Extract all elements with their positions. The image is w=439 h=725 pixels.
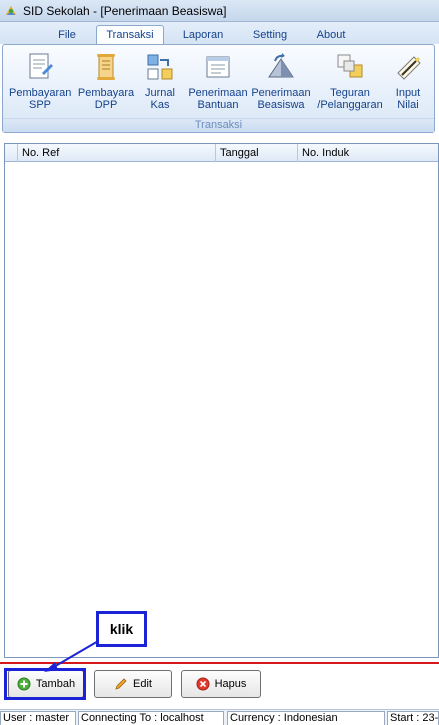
cards-icon	[337, 54, 363, 78]
pembayaran-dpp-label-1: Pembayara	[77, 87, 135, 99]
column-tanggal-label: Tanggal	[220, 147, 259, 159]
tab-setting-label: Setting	[252, 28, 288, 41]
klik-callout: klik	[96, 611, 147, 647]
tab-laporan-label: Laporan	[182, 28, 224, 41]
plus-circle-icon	[17, 677, 31, 691]
pencil-icon	[115, 678, 127, 690]
scroll-icon	[97, 54, 115, 80]
status-currency: Currency : Indonesian	[227, 711, 385, 725]
status-connection: Connecting To : localhost	[78, 711, 224, 725]
teguran-pelanggaran-label-1: Teguran	[330, 87, 370, 99]
tab-about-label: About	[316, 28, 346, 41]
tab-about[interactable]: About	[306, 25, 356, 44]
tab-file[interactable]: File	[46, 25, 88, 44]
triangle-refresh-icon	[268, 53, 294, 78]
column-no-ref-label: No. Ref	[22, 147, 60, 159]
column-no-ref[interactable]: No. Ref	[17, 144, 215, 162]
pembayaran-dpp-button[interactable]: Pembayara DPP	[75, 49, 137, 119]
input-nilai-button[interactable]: Input Nilai	[383, 49, 433, 119]
jurnal-kas-button[interactable]: Jurnal Kas	[131, 49, 189, 119]
column-no-induk[interactable]: No. Induk	[297, 144, 438, 162]
ribbon-panel: Pembayaran SPP Pembayara DPP Jurnal Kas	[2, 44, 435, 133]
status-bar: User : master Connecting To : localhost …	[0, 709, 439, 725]
pencil-note-icon	[397, 56, 421, 80]
title-bar: SID Sekolah - [Penerimaan Beasiswa]	[0, 0, 439, 22]
delete-icon	[196, 677, 210, 691]
tab-file-label: File	[58, 28, 76, 41]
column-tanggal[interactable]: Tanggal	[215, 144, 297, 162]
status-user: User : master	[0, 711, 76, 725]
penerimaan-beasiswa-label-2: Beasiswa	[257, 99, 305, 111]
hapus-label: Hapus	[214, 678, 247, 690]
tambah-label: Tambah	[35, 678, 76, 690]
penerimaan-bantuan-button[interactable]: Penerimaan Bantuan	[187, 49, 249, 119]
pembayaran-spp-label-1: Pembayaran	[9, 87, 72, 99]
tab-laporan[interactable]: Laporan	[172, 25, 234, 44]
input-nilai-label-2: Nilai	[397, 99, 419, 111]
teguran-pelanggaran-button[interactable]: Teguran /Pelanggaran	[317, 49, 383, 119]
penerimaan-beasiswa-button[interactable]: Penerimaan Beasiswa	[250, 49, 312, 119]
penerimaan-bantuan-label-2: Bantuan	[197, 99, 239, 111]
edit-button[interactable]: Edit	[94, 670, 172, 698]
penerimaan-beasiswa-label-1: Penerimaan	[251, 87, 311, 99]
column-no-induk-label: No. Induk	[302, 147, 350, 159]
app-logo-icon	[4, 4, 18, 18]
row-selector-header	[5, 144, 17, 162]
tab-transaksi-label: Transaksi	[106, 29, 154, 41]
jurnal-kas-label-2: Kas	[150, 99, 170, 111]
grid-header: No. Ref Tanggal No. Induk	[5, 144, 438, 162]
pembayaran-spp-button[interactable]: Pembayaran SPP	[9, 49, 71, 119]
window-title: SID Sekolah - [Penerimaan Beasiswa]	[23, 3, 227, 18]
hapus-button[interactable]: Hapus	[181, 670, 261, 698]
ribbon-tab-bar: File Transaksi Laporan Setting About	[0, 22, 439, 44]
ribbon-group-label: Transaksi	[3, 118, 434, 132]
penerimaan-bantuan-label-1: Penerimaan	[188, 87, 248, 99]
edit-label: Edit	[133, 678, 152, 690]
tambah-button[interactable]: Tambah	[8, 670, 84, 698]
tab-transaksi[interactable]: Transaksi	[96, 25, 164, 44]
teguran-pelanggaran-label-2: /Pelanggaran	[317, 99, 383, 111]
action-panel: Tambah Edit Hapus	[0, 664, 439, 704]
pembayaran-spp-label-2: SPP	[28, 99, 51, 111]
data-grid[interactable]: No. Ref Tanggal No. Induk	[4, 143, 439, 658]
document-edit-icon	[29, 53, 53, 79]
journal-icon	[147, 54, 173, 80]
jurnal-kas-label-1: Jurnal	[145, 87, 175, 99]
status-start: Start : 23-	[387, 711, 439, 725]
pembayaran-dpp-label-2: DPP	[94, 99, 118, 111]
form-icon	[206, 56, 230, 78]
tab-setting[interactable]: Setting	[242, 25, 298, 44]
input-nilai-label-1: Input	[395, 87, 421, 99]
klik-callout-label: klik	[109, 621, 134, 637]
